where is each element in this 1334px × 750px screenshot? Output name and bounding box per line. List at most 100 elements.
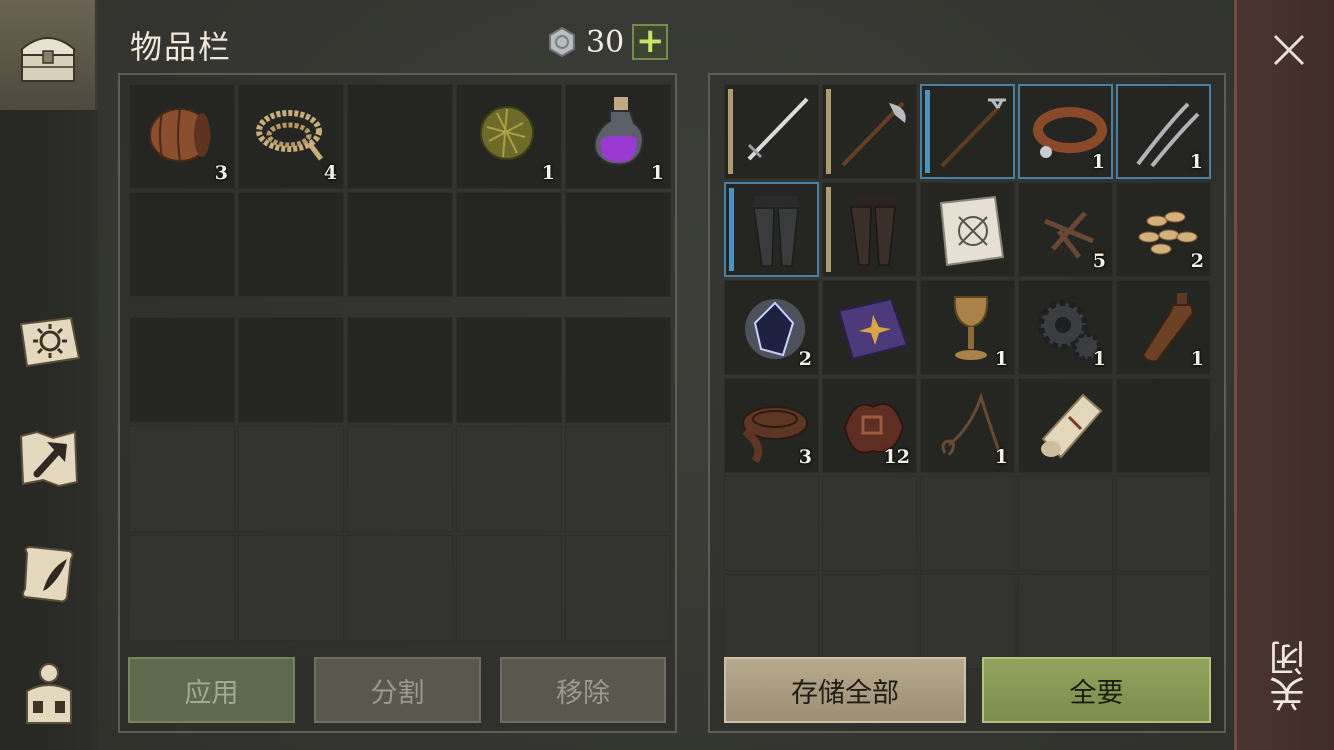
halberd-icon [841, 101, 906, 167]
storage-slot[interactable] [724, 182, 819, 277]
locked-slot [1018, 476, 1113, 571]
storage-slot[interactable]: 1 [920, 378, 1015, 473]
durability-bar [925, 90, 930, 173]
book-icon [837, 297, 909, 361]
storage-slot[interactable] [822, 84, 917, 179]
storage-slot[interactable]: 2 [724, 280, 819, 375]
tab-character[interactable] [0, 638, 98, 748]
page-title: 物品栏 [130, 28, 233, 66]
tab-skills[interactable] [0, 285, 98, 395]
locked-slot [1116, 476, 1211, 571]
item-count: 1 [650, 162, 664, 184]
close-panel[interactable]: 关闭 [1234, 0, 1334, 750]
item-count: 12 [883, 446, 910, 468]
item-count: 3 [214, 162, 228, 184]
apply-button[interactable]: 应用 [128, 657, 295, 723]
locked-slot [129, 426, 235, 532]
inventory-slot[interactable]: 1 [456, 84, 562, 189]
rope-icon [256, 110, 323, 161]
locked-slot [456, 426, 562, 532]
take-all-button[interactable]: 全要 [982, 657, 1211, 723]
remove-button[interactable]: 移除 [500, 657, 666, 723]
storage-slot[interactable]: 1 [1116, 280, 1211, 375]
inventory-slot[interactable] [238, 192, 344, 297]
storage-slot[interactable] [1116, 378, 1211, 473]
inventory-slot[interactable] [238, 317, 344, 423]
inventory-slot[interactable] [347, 317, 453, 423]
locked-slot [456, 535, 562, 641]
durability-bar [728, 89, 733, 174]
storage-slot[interactable]: 5 [1018, 182, 1113, 277]
durability-bar [826, 187, 831, 272]
inventory-slot[interactable]: 4 [238, 84, 344, 189]
locked-slot [920, 574, 1015, 669]
split-button[interactable]: 分割 [314, 657, 481, 723]
tab-inventory[interactable] [0, 0, 98, 110]
storage-slot[interactable]: 3 [724, 378, 819, 473]
storage-slot[interactable] [920, 182, 1015, 277]
item-count: 2 [798, 348, 812, 370]
scroll-quill-icon [22, 545, 74, 603]
chest-icon [20, 37, 75, 82]
storage-slot[interactable] [920, 84, 1015, 179]
locked-slot [724, 574, 819, 669]
locked-slot [1116, 574, 1211, 669]
blueprint-icon [939, 195, 1005, 267]
fiber-ball-icon [480, 106, 534, 160]
inventory-grid: 3 4 1 1 [129, 84, 671, 297]
item-count: 1 [1091, 151, 1105, 173]
item-count: 1 [1189, 151, 1203, 173]
locked-slot [129, 535, 235, 641]
storage-slot[interactable]: 1 [920, 280, 1015, 375]
side-navigation [0, 0, 98, 750]
backpack-icon [26, 663, 72, 724]
armored-leggings-icon [753, 196, 799, 267]
storage-slot[interactable] [822, 280, 917, 375]
storage-slot[interactable] [822, 182, 917, 277]
currency-display: 30 + [546, 24, 669, 60]
locked-slot [822, 574, 917, 669]
inventory-slot[interactable] [347, 192, 453, 297]
inventory-slot[interactable] [565, 317, 671, 423]
inventory-slot[interactable]: 3 [129, 84, 235, 189]
durability-bar [826, 89, 831, 174]
storage-grid: 1 1 5 2 2 1 1 1 3 12 1 [724, 84, 1211, 669]
inventory-slot[interactable] [129, 192, 235, 297]
item-count: 1 [1092, 348, 1106, 370]
item-count: 1 [994, 348, 1008, 370]
inventory-slot[interactable]: 1 [565, 84, 671, 189]
item-count: 4 [323, 162, 337, 184]
locked-slot [920, 476, 1015, 571]
locked-slot [822, 476, 917, 571]
currency-amount: 30 [586, 24, 625, 60]
store-all-button[interactable]: 存储全部 [724, 657, 966, 723]
storage-slot[interactable] [724, 84, 819, 179]
inventory-slot[interactable] [456, 317, 562, 423]
locked-slot [565, 426, 671, 532]
storage-slot[interactable]: 2 [1116, 182, 1211, 277]
sword-icon [747, 97, 809, 161]
storage-slot[interactable]: 1 [1116, 84, 1211, 179]
storage-slot[interactable]: 12 [822, 378, 917, 473]
inventory-slot[interactable] [129, 317, 235, 423]
leather-leggings-icon [850, 195, 896, 266]
close-icon[interactable] [1267, 28, 1311, 72]
locked-slot [347, 535, 453, 641]
trident-icon [940, 98, 1006, 168]
item-count: 2 [1190, 250, 1204, 272]
potion-icon [593, 97, 644, 166]
storage-slot[interactable]: 1 [1018, 84, 1113, 179]
tab-quests[interactable] [0, 520, 98, 630]
inventory-slot[interactable] [347, 84, 453, 189]
add-currency-button[interactable]: + [632, 24, 669, 60]
locked-slot [1018, 574, 1113, 669]
locked-slot [347, 426, 453, 532]
hammer-map-icon [19, 430, 79, 488]
close-label[interactable]: 关闭 [1265, 640, 1313, 712]
storage-slot[interactable] [1018, 378, 1113, 473]
tab-crafting[interactable] [0, 403, 98, 513]
inventory-slot[interactable] [456, 192, 562, 297]
storage-slot[interactable]: 1 [1018, 280, 1113, 375]
item-count: 3 [798, 446, 812, 468]
inventory-slot[interactable] [565, 192, 671, 297]
